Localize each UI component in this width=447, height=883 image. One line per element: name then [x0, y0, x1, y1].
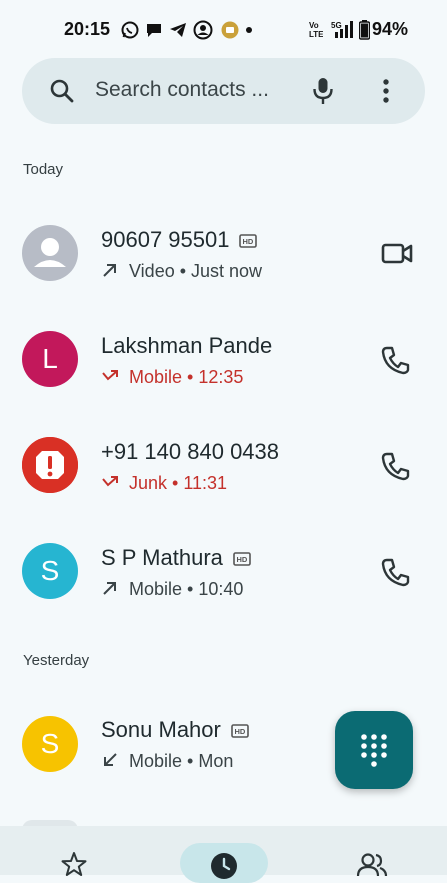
- call-detail: Junk • 11:31: [101, 473, 227, 494]
- battery-percent: 94%: [372, 19, 409, 39]
- dot-icon: [246, 27, 252, 33]
- star-icon[interactable]: [61, 851, 87, 877]
- video-call-icon[interactable]: [380, 241, 414, 267]
- call-log-row[interactable]: S S P Mathura HD Mobile • 10:40: [0, 521, 447, 621]
- account-icon: [193, 20, 213, 40]
- volte-icon: VoLTE: [309, 21, 323, 39]
- call-detail: Mobile • 10:40: [101, 579, 243, 600]
- call-detail: Mobile • Mon: [101, 751, 233, 772]
- call-log-row[interactable]: L Lakshman Pande Mobile • 12:35: [0, 309, 447, 409]
- avatar: [22, 225, 78, 281]
- section-header-yesterday: Yesterday: [23, 652, 90, 669]
- phone-icon[interactable]: [380, 345, 412, 375]
- contact-name: +91 140 840 0438: [101, 439, 280, 464]
- signal-5g-icon: 5G: [331, 21, 353, 38]
- outgoing-arrow-icon: [103, 264, 116, 277]
- hd-badge-icon: HD: [231, 724, 249, 738]
- outgoing-arrow-icon: [103, 582, 116, 595]
- missed-call-icon: [102, 370, 118, 381]
- dialpad-icon: [361, 734, 387, 767]
- chat-icon: [147, 24, 161, 37]
- contact-name: Lakshman Pande: [101, 333, 273, 358]
- incoming-arrow-icon: [104, 753, 117, 766]
- whatsapp-icon: [121, 21, 139, 39]
- spam-warning-icon: [22, 437, 78, 493]
- contacts-icon[interactable]: [356, 851, 388, 877]
- phone-icon[interactable]: [380, 557, 412, 587]
- missed-call-icon: [102, 476, 118, 487]
- call-detail: Video • Just now: [101, 261, 262, 282]
- contact-name: 90607 95501 HD: [101, 227, 258, 253]
- search-bar[interactable]: Search contacts ...: [22, 58, 425, 124]
- contact-name: Sonu Mahor HD: [101, 717, 249, 743]
- avatar: [22, 437, 78, 493]
- call-log-row[interactable]: +91 140 840 0438 Junk • 11:31: [0, 415, 447, 515]
- status-time: 20:15: [64, 19, 111, 39]
- hd-badge-icon: HD: [239, 234, 258, 248]
- hd-badge-icon: HD: [233, 552, 251, 566]
- clock-icon: [211, 853, 237, 879]
- default-avatar-icon: [22, 225, 78, 281]
- svg-text:LTE: LTE: [309, 30, 323, 39]
- tab-recents[interactable]: [180, 843, 268, 883]
- svg-text:HD: HD: [234, 727, 245, 736]
- phone-icon[interactable]: [380, 451, 412, 481]
- bottom-nav: [0, 826, 447, 883]
- avatar: S: [22, 543, 78, 599]
- telegram-icon: [170, 23, 186, 37]
- avatar: S: [22, 716, 78, 772]
- section-header-today: Today: [23, 161, 64, 178]
- contact-name: S P Mathura HD: [101, 545, 251, 571]
- mic-icon[interactable]: [311, 76, 335, 106]
- svg-text:Vo: Vo: [309, 21, 319, 30]
- dialpad-button[interactable]: [335, 711, 413, 789]
- svg-text:5G: 5G: [331, 21, 342, 30]
- status-bar: 20:15 Vo LTE 5G 94%: [0, 0, 447, 58]
- notification-app-icon: [221, 21, 239, 39]
- avatar: L: [22, 331, 78, 387]
- more-vert-icon[interactable]: [381, 78, 391, 104]
- svg-text:HD: HD: [236, 555, 247, 564]
- call-log-row[interactable]: 90607 95501 HD Video • Just now: [0, 203, 447, 303]
- search-icon: [50, 79, 74, 103]
- svg-text:HD: HD: [243, 237, 254, 246]
- call-detail: Mobile • 12:35: [101, 367, 243, 388]
- search-input[interactable]: Search contacts ...: [95, 78, 269, 102]
- battery-icon: [359, 20, 370, 40]
